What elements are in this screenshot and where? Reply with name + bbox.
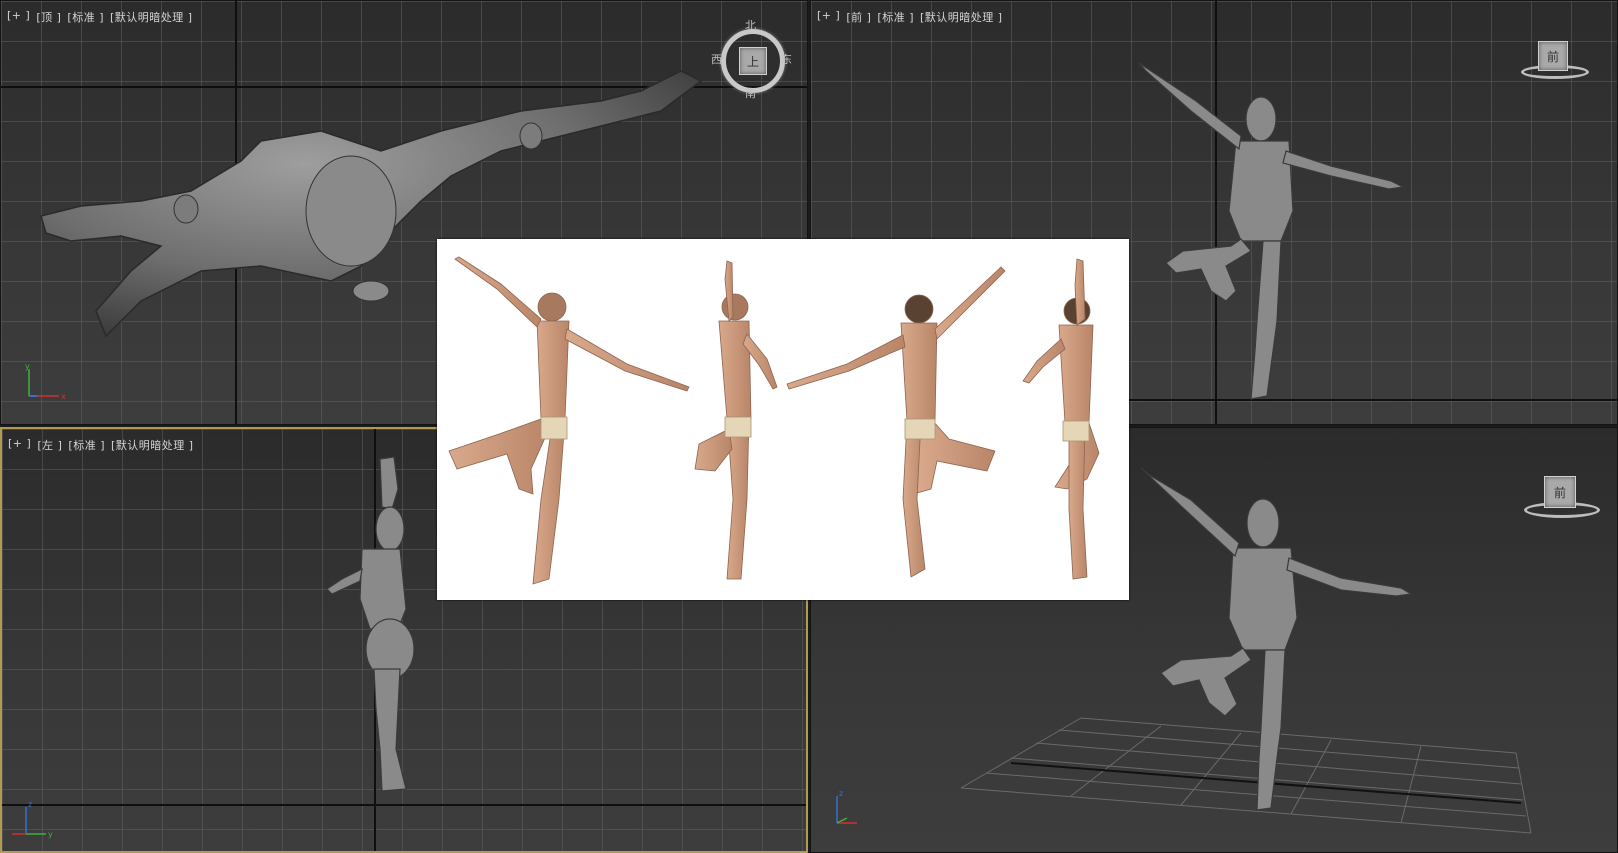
compass-east: 东 (781, 53, 792, 66)
viewport-menu-plus[interactable]: + (817, 9, 840, 25)
viewcube-face-top[interactable]: 上 (739, 47, 767, 75)
viewport-shading-mode[interactable]: 默认明暗处理 (110, 9, 193, 25)
viewcube[interactable]: 上 北 东 南 西 (711, 19, 793, 101)
viewport-label: + 顶 标准 默认明暗处理 (7, 9, 193, 25)
viewcube-face-front[interactable]: 前 (1544, 476, 1576, 508)
viewport-menu-plus[interactable]: + (7, 9, 30, 25)
svg-text:z: z (839, 789, 843, 798)
viewcube[interactable]: 前 (1524, 472, 1604, 522)
viewport-camera-mode[interactable]: 标准 (68, 437, 105, 453)
reference-pose-side-back (1022, 258, 1100, 580)
svg-text:x: x (61, 392, 66, 401)
viewport-label: + 左 标准 默认明暗处理 (8, 437, 194, 453)
reference-pose-front (448, 256, 690, 585)
axis-gizmo: x y (25, 362, 66, 401)
axis-gizmo: z (836, 789, 857, 824)
compass-south: 南 (745, 87, 756, 100)
viewcube[interactable]: 前 (1521, 39, 1591, 79)
svg-text:y: y (48, 830, 53, 839)
viewport-menu-plus[interactable]: + (8, 437, 31, 453)
svg-text:z: z (28, 800, 32, 809)
viewport-shading-mode[interactable]: 默认明暗处理 (111, 437, 194, 453)
viewport-view-name[interactable]: 顶 (36, 9, 61, 25)
reference-pose-back (786, 266, 1006, 578)
svg-text:y: y (25, 362, 30, 371)
ballet-reference-image (437, 239, 1129, 600)
compass-north: 北 (745, 19, 756, 32)
viewport-label: + 前 标准 默认明暗处理 (817, 9, 1003, 25)
viewport-camera-mode[interactable]: 标准 (67, 9, 104, 25)
axis-gizmo: z y (12, 800, 53, 839)
viewport-view-name[interactable]: 前 (846, 9, 871, 25)
reference-pose-side (694, 260, 778, 580)
viewport-camera-mode[interactable]: 标准 (877, 9, 914, 25)
reference-figures (448, 256, 1100, 585)
viewport-shading-mode[interactable]: 默认明暗处理 (920, 9, 1003, 25)
viewcube-face-front[interactable]: 前 (1538, 41, 1568, 71)
compass-west: 西 (711, 53, 722, 66)
viewport-view-name[interactable]: 左 (37, 437, 62, 453)
